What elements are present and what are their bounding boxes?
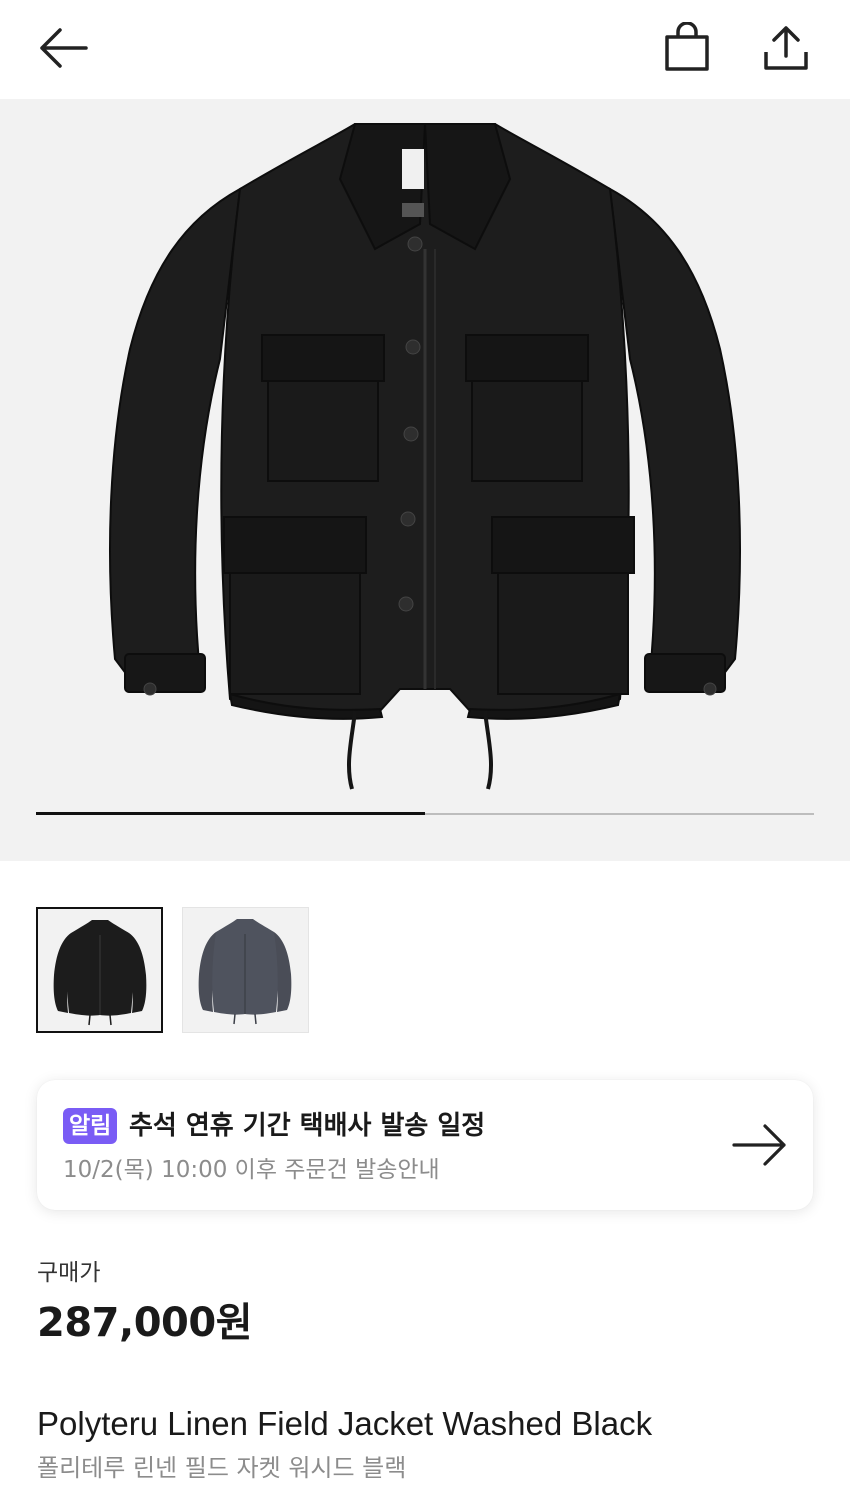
image-progress-track xyxy=(36,812,814,815)
arrow-right-icon xyxy=(732,1124,786,1166)
notice-title: 추석 연휴 기간 택배사 발송 일정 xyxy=(129,1111,486,1141)
arrow-left-icon xyxy=(40,28,88,68)
thumbnail-black-jacket-image xyxy=(53,920,147,1026)
shopping-bag-icon xyxy=(665,21,709,71)
shopping-bag-button[interactable] xyxy=(662,21,712,74)
notice-subtitle: 10/2(목) 10:00 이후 주문건 발송안내 xyxy=(63,1157,440,1183)
notice-badge: 알림 xyxy=(63,1108,118,1144)
shipping-notice-card[interactable]: 알림 추석 연휴 기간 택배사 발송 일정 10/2(목) 10:00 이후 주… xyxy=(37,1080,813,1210)
share-button[interactable] xyxy=(760,22,812,74)
thumbnail-charcoal-jacket-image xyxy=(198,919,292,1025)
top-navigation-bar xyxy=(0,0,850,99)
share-upload-icon xyxy=(764,26,808,70)
product-photo-black-jacket xyxy=(109,123,741,790)
thumbnail-black-jacket[interactable] xyxy=(36,907,163,1033)
thumbnail-charcoal-jacket[interactable] xyxy=(182,907,309,1033)
image-progress-indicator xyxy=(36,812,425,815)
back-button[interactable] xyxy=(36,26,90,70)
product-name-korean: 폴리테루 린넨 필드 자켓 워시드 블랙 xyxy=(37,1454,407,1482)
product-image-carousel[interactable] xyxy=(0,99,850,861)
product-name-english: Polyteru Linen Field Jacket Washed Black xyxy=(37,1405,653,1442)
price-value: 287,000원 xyxy=(37,1300,253,1346)
price-label: 구매가 xyxy=(37,1260,101,1286)
